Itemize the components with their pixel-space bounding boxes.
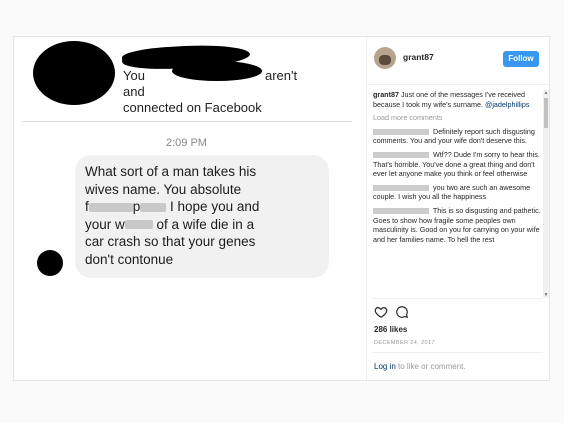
login-prompt: Log in to like or comment. — [374, 362, 466, 371]
blurred-word — [88, 202, 133, 212]
connection-notice: You and aren't connected on Facebook — [123, 68, 323, 116]
load-more-comments[interactable]: Load more comments — [373, 113, 541, 123]
post-image: You and aren't connected on Facebook 2:0… — [14, 37, 366, 380]
comment: This is so disgusting and pathetic. Goes… — [373, 205, 541, 244]
message-line: fp I hope you and — [85, 199, 260, 214]
message-line: car crash so that your genes — [85, 234, 256, 249]
post-date: DECEMBER 24, 2017 — [374, 340, 435, 346]
scroll-up-icon[interactable]: ▲ — [543, 90, 549, 96]
comments-scrollbar[interactable]: ▲ ▼ — [543, 90, 549, 298]
divider — [22, 121, 352, 122]
likes-count[interactable]: 286 likes — [374, 325, 407, 334]
post-header: grant87 Follow — [367, 37, 551, 85]
scroll-down-icon[interactable]: ▼ — [543, 292, 549, 298]
login-link[interactable]: Log in — [374, 362, 396, 371]
blurred-word — [140, 202, 167, 212]
divider — [373, 298, 543, 299]
divider — [373, 352, 543, 353]
message-time: 2:09 PM — [166, 137, 207, 149]
heart-icon[interactable] — [374, 305, 388, 319]
follow-button[interactable]: Follow — [503, 51, 539, 67]
blurred-word — [124, 220, 153, 230]
notice-prefix: You and — [123, 68, 145, 99]
post-sidebar: grant87 Follow grant87 Just one of the m… — [366, 37, 551, 380]
message-line: don't contonue — [85, 251, 174, 267]
mention-link[interactable]: @jadelphillips — [485, 100, 529, 109]
scroll-thumb[interactable] — [544, 98, 548, 128]
comment: you two are such an awesome couple. I wi… — [373, 182, 531, 202]
message-line: What sort of a man takes his — [85, 164, 257, 179]
comment-icon[interactable] — [395, 305, 409, 319]
instagram-post-embed: You and aren't connected on Facebook 2:0… — [13, 36, 551, 381]
comment: Wtf?? Dude I'm sorry to hear this. That'… — [373, 149, 540, 179]
blurred-username — [373, 152, 429, 159]
message-bubble: What sort of a man takes his wives name.… — [75, 155, 329, 278]
profile-avatar[interactable] — [374, 47, 396, 69]
redacted-avatar — [33, 41, 115, 105]
caption: grant87 Just one of the messages I've re… — [373, 90, 530, 109]
blurred-username — [373, 184, 429, 191]
message-line: wives name. You absolute — [85, 181, 242, 197]
notice-suffix: aren't — [265, 68, 298, 83]
comment: Definitely report such disgusting commen… — [373, 126, 535, 146]
comments-list[interactable]: grant87 Just one of the messages I've re… — [373, 90, 541, 298]
notice-line2: connected on Facebook — [123, 100, 262, 115]
message-line: your w of a wife die in a — [85, 216, 255, 232]
username-link[interactable]: grant87 — [403, 52, 434, 62]
redacted-sender-avatar — [37, 250, 63, 276]
blurred-username — [373, 208, 429, 215]
blurred-username — [373, 128, 429, 135]
caption-username[interactable]: grant87 — [373, 90, 399, 99]
